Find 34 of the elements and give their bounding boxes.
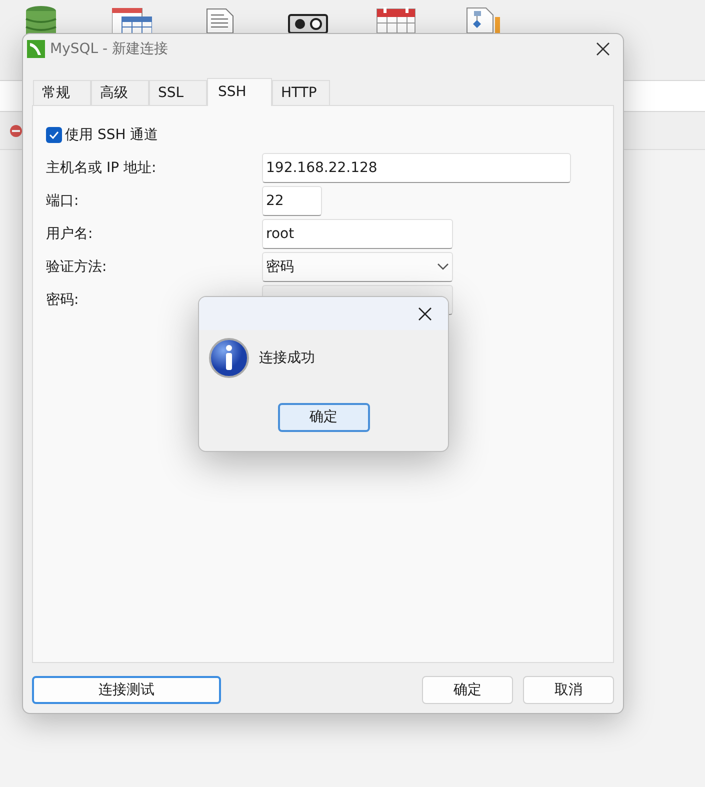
checkbox-label: 使用 SSH 通道 bbox=[65, 126, 158, 144]
input-field[interactable]: 22 bbox=[262, 186, 322, 216]
dialog-button[interactable]: 确定 bbox=[422, 676, 513, 704]
database-icon[interactable] bbox=[25, 6, 57, 34]
field-label: 密码: bbox=[46, 290, 80, 310]
tab[interactable]: SSH bbox=[207, 78, 272, 106]
field-label: 端口: bbox=[46, 192, 80, 210]
close-button[interactable] bbox=[416, 304, 434, 322]
info-icon bbox=[209, 338, 249, 378]
check-icon bbox=[49, 131, 59, 139]
field-label: 用户名: bbox=[46, 224, 94, 244]
tab[interactable]: HTTP bbox=[272, 80, 330, 105]
dropdown[interactable]: 密码 bbox=[262, 252, 453, 282]
input-field[interactable]: 192.168.22.128 bbox=[262, 153, 571, 183]
document-icon[interactable] bbox=[206, 8, 234, 33]
message-text: 连接成功 bbox=[259, 348, 315, 368]
tab[interactable]: 常规 bbox=[33, 80, 91, 105]
table-icon[interactable] bbox=[112, 8, 152, 34]
tab[interactable]: 高级 bbox=[91, 80, 149, 105]
flowchart-icon[interactable] bbox=[466, 7, 502, 33]
chevron-down-icon bbox=[437, 263, 449, 271]
ok-button[interactable]: 确定 bbox=[278, 403, 370, 432]
field-label: 主机名或 IP 地址: bbox=[46, 158, 158, 178]
dialog-button[interactable]: 取消 bbox=[523, 676, 614, 704]
field-label: 验证方法: bbox=[46, 258, 108, 276]
stop-icon[interactable] bbox=[10, 124, 22, 138]
cassette-icon[interactable] bbox=[288, 14, 328, 33]
window-title: MySQL - 新建连接 bbox=[50, 40, 168, 58]
dolphin-logo-icon bbox=[27, 40, 45, 58]
checkbox[interactable] bbox=[46, 127, 62, 143]
input-field[interactable]: root bbox=[262, 219, 453, 249]
calendar-icon[interactable] bbox=[376, 6, 416, 33]
tab[interactable]: SSL bbox=[149, 80, 207, 105]
dialog-button[interactable]: 连接测试 bbox=[32, 676, 221, 704]
